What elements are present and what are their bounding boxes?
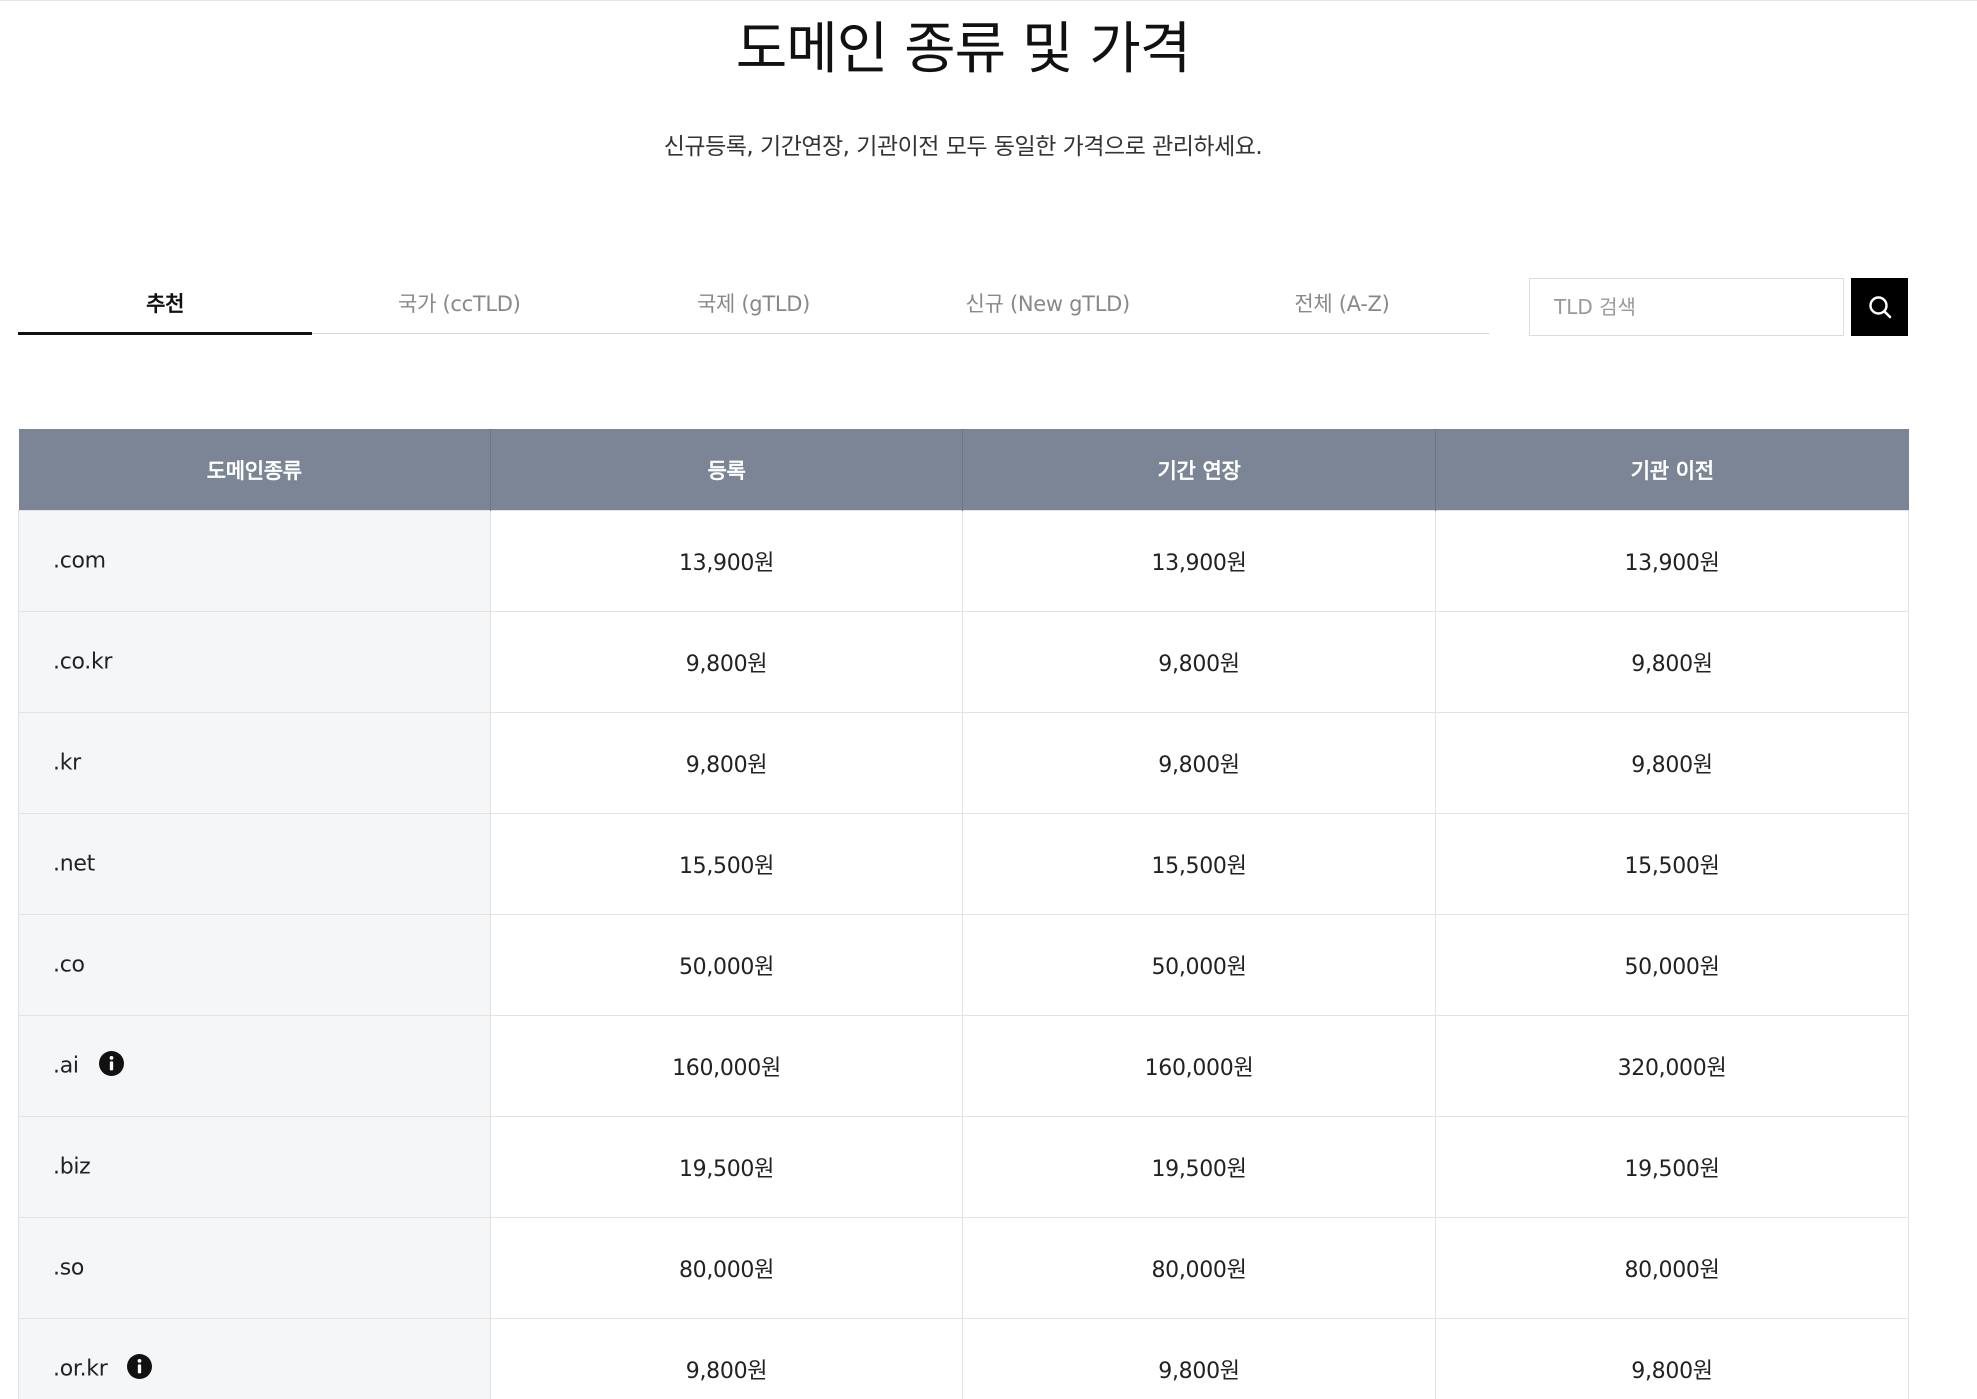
- search-icon: [1868, 296, 1891, 319]
- tab-country-cctld[interactable]: 국가 (ccTLD): [312, 272, 606, 333]
- renew-price: 50,000원: [962, 914, 1436, 1016]
- column-header-domain-type: 도메인종류: [18, 429, 491, 511]
- domain-name: .kr: [53, 750, 81, 776]
- domain-cell: .or.kr: [18, 1318, 491, 1399]
- column-header-transfer: 기관 이전: [1435, 429, 1909, 511]
- register-price: 9,800원: [490, 712, 963, 814]
- page-title: 도메인 종류 및 가격: [735, 17, 1192, 82]
- table-row: .com 13,900원 13,900원 13,900원: [18, 510, 1909, 612]
- column-header-renew: 기간 연장: [962, 429, 1436, 511]
- domain-price-table: 도메인종류 등록 기간 연장 기관 이전 .com 13,900원 13,900…: [18, 429, 1909, 1399]
- domain-name: .so: [53, 1255, 85, 1281]
- register-price: 13,900원: [490, 510, 963, 612]
- renew-price: 9,800원: [962, 1318, 1436, 1399]
- transfer-price: 15,500원: [1435, 813, 1909, 915]
- column-header-register: 등록: [490, 429, 963, 511]
- renew-price: 160,000원: [962, 1015, 1436, 1117]
- register-price: 80,000원: [490, 1217, 963, 1319]
- page-subtitle: 신규등록, 기간연장, 기관이전 모두 동일한 가격으로 관리하세요.: [663, 134, 1263, 160]
- table-row: .or.kr 9,800원 9,800원 9,800원: [18, 1318, 1909, 1399]
- tld-search-input[interactable]: [1530, 279, 1843, 335]
- tab-international-gtld[interactable]: 국제 (gTLD): [606, 272, 900, 333]
- transfer-price: 80,000원: [1435, 1217, 1909, 1319]
- info-icon[interactable]: [127, 1353, 153, 1379]
- domain-name: .biz: [53, 1154, 91, 1180]
- domain-cell: .com: [18, 510, 491, 612]
- renew-price: 80,000원: [962, 1217, 1436, 1319]
- table-row: .biz 19,500원 19,500원 19,500원: [18, 1116, 1909, 1218]
- domain-cell: .co: [18, 914, 491, 1016]
- domain-cell: .so: [18, 1217, 491, 1319]
- domain-name: .co.kr: [53, 649, 113, 675]
- register-price: 50,000원: [490, 914, 963, 1016]
- table-header-row: 도메인종류 등록 기간 연장 기관 이전: [18, 429, 1909, 511]
- tab-all-a-z[interactable]: 전체 (A-Z): [1195, 272, 1489, 333]
- transfer-price: 9,800원: [1435, 611, 1909, 713]
- register-price: 9,800원: [490, 611, 963, 713]
- transfer-price: 13,900원: [1435, 510, 1909, 612]
- table-row: .net 15,500원 15,500원 15,500원: [18, 813, 1909, 915]
- register-price: 15,500원: [490, 813, 963, 915]
- transfer-price: 9,800원: [1435, 1318, 1909, 1399]
- renew-price: 9,800원: [962, 712, 1436, 814]
- register-price: 19,500원: [490, 1116, 963, 1218]
- table-row: .ai 160,000원 160,000원 320,000원: [18, 1015, 1909, 1117]
- domain-cell: .net: [18, 813, 491, 915]
- domain-name: .com: [53, 548, 106, 574]
- tab-new-gtld[interactable]: 신규 (New gTLD): [901, 272, 1195, 333]
- info-icon[interactable]: [98, 1050, 124, 1076]
- table-row: .co 50,000원 50,000원 50,000원: [18, 914, 1909, 1016]
- tab-recommended[interactable]: 추천: [18, 272, 313, 335]
- domain-cell: .ai: [18, 1015, 491, 1117]
- domain-name: .or.kr: [53, 1356, 108, 1382]
- search-button[interactable]: [1851, 278, 1908, 336]
- transfer-price: 9,800원: [1435, 712, 1909, 814]
- transfer-price: 19,500원: [1435, 1116, 1909, 1218]
- domain-name: .ai: [53, 1053, 79, 1079]
- domain-name: .net: [53, 851, 95, 877]
- table-row: .co.kr 9,800원 9,800원 9,800원: [18, 611, 1909, 713]
- renew-price: 9,800원: [962, 611, 1436, 713]
- table-row: .so 80,000원 80,000원 80,000원: [18, 1217, 1909, 1319]
- table-row: .kr 9,800원 9,800원 9,800원: [18, 712, 1909, 814]
- register-price: 9,800원: [490, 1318, 963, 1399]
- domain-cell: .biz: [18, 1116, 491, 1218]
- domain-name: .co: [53, 952, 85, 978]
- tld-search-box: [1529, 278, 1844, 336]
- renew-price: 13,900원: [962, 510, 1436, 612]
- page: 도메인 종류 및 가격 신규등록, 기간연장, 기관이전 모두 동일한 가격으로…: [0, 0, 1977, 1399]
- top-divider: [0, 0, 1977, 1]
- tld-category-tabs: 추천 국가 (ccTLD) 국제 (gTLD) 신규 (New gTLD) 전체…: [18, 272, 1489, 335]
- transfer-price: 320,000원: [1435, 1015, 1909, 1117]
- renew-price: 15,500원: [962, 813, 1436, 915]
- transfer-price: 50,000원: [1435, 914, 1909, 1016]
- renew-price: 19,500원: [962, 1116, 1436, 1218]
- domain-cell: .kr: [18, 712, 491, 814]
- domain-cell: .co.kr: [18, 611, 491, 713]
- register-price: 160,000원: [490, 1015, 963, 1117]
